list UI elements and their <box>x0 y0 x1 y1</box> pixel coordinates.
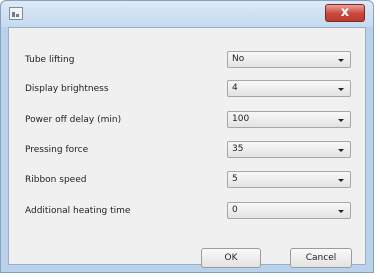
close-icon: x <box>340 5 350 20</box>
ribbon-speed-value: 5 <box>232 174 238 184</box>
additional-heating-time-label: Additional heating time <box>25 206 131 216</box>
settings-panel: Tube lifting No Display brightness 4 Pow… <box>8 27 366 268</box>
close-button[interactable]: x <box>325 4 365 22</box>
chevron-down-icon <box>338 59 344 62</box>
tube-lifting-value: No <box>232 54 245 64</box>
tube-lifting-select[interactable]: No <box>227 51 351 68</box>
power-off-delay-label: Power off delay (min) <box>25 115 122 125</box>
dialog-window: x Tube lifting No Display brightness 4 P… <box>0 0 374 273</box>
chevron-down-icon <box>338 210 344 213</box>
chevron-down-icon <box>338 88 344 91</box>
title-bar[interactable]: x <box>1 1 373 27</box>
ribbon-speed-label: Ribbon speed <box>25 175 87 185</box>
chevron-down-icon <box>338 119 344 122</box>
pressing-force-label: Pressing force <box>25 145 89 155</box>
ok-button[interactable]: OK <box>201 248 261 268</box>
tube-lifting-label: Tube lifting <box>25 55 75 65</box>
additional-heating-time-value: 0 <box>232 205 238 215</box>
setting-row-additional-heating-time: Additional heating time 0 <box>9 202 365 222</box>
power-off-delay-select[interactable]: 100 <box>227 111 351 128</box>
setting-row-ribbon-speed: Ribbon speed 5 <box>9 171 365 191</box>
chevron-down-icon <box>338 179 344 182</box>
display-brightness-value: 4 <box>232 83 238 93</box>
pressing-force-value: 35 <box>232 144 244 154</box>
setting-row-pressing-force: Pressing force 35 <box>9 141 365 161</box>
additional-heating-time-select[interactable]: 0 <box>227 202 351 219</box>
setting-row-tube-lifting: Tube lifting No <box>9 51 365 71</box>
ribbon-speed-select[interactable]: 5 <box>227 171 351 188</box>
pressing-force-select[interactable]: 35 <box>227 141 351 158</box>
setting-row-display-brightness: Display brightness 4 <box>9 80 365 100</box>
display-brightness-select[interactable]: 4 <box>227 80 351 97</box>
display-brightness-label: Display brightness <box>25 84 109 94</box>
cancel-button[interactable]: Cancel <box>290 248 352 268</box>
chevron-down-icon <box>338 149 344 152</box>
setting-row-power-off-delay: Power off delay (min) 100 <box>9 111 365 131</box>
application-icon <box>9 7 23 20</box>
power-off-delay-value: 100 <box>232 114 250 124</box>
